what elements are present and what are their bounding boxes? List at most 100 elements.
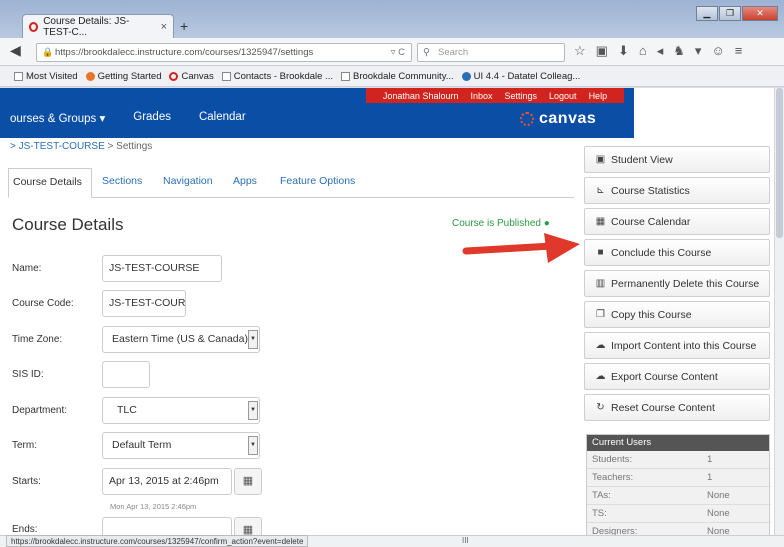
inbox-link[interactable]: Inbox (470, 91, 492, 101)
user-nav: Jonathan Shalourn Inbox Settings Logout … (366, 88, 624, 103)
canvas-logo-text: canvas (539, 110, 597, 127)
time-zone-select[interactable]: Eastern Time (US & Canada) ▼ (102, 326, 260, 353)
course-statistics-button[interactable]: ⊾ Course Statistics (584, 177, 770, 204)
student-view-button[interactable]: ▣ Student View (584, 146, 770, 173)
breadcrumb-sep: > (107, 141, 114, 152)
help-link[interactable]: Help (589, 91, 608, 101)
department-select[interactable]: TLC ▼ (102, 397, 260, 424)
ends-calendar-icon[interactable]: ▦ (234, 517, 262, 535)
page-scrollbar[interactable] (774, 88, 784, 535)
users-row-designers: Designers: None (587, 523, 771, 535)
tab-feature-options[interactable]: Feature Options (280, 168, 355, 198)
url-bar[interactable]: 🔒 https://brookdalecc.instructure.com/co… (36, 43, 412, 62)
users-role: TS: (592, 508, 607, 519)
menu-icon[interactable]: ≡ (735, 43, 743, 59)
time-zone-label: Time Zone: (12, 334, 63, 345)
select-arrow-icon: ▼ (248, 436, 258, 455)
browser-tab[interactable]: Course Details: JS-TEST-C... × (22, 14, 174, 38)
download-icon[interactable]: ⬇ (618, 43, 629, 59)
dropdown-icon[interactable]: ▾ (695, 43, 702, 59)
name-input[interactable]: JS-TEST-COURSE (102, 255, 222, 282)
nav-courses-groups[interactable]: ourses & Groups ▾ (10, 111, 105, 125)
close-window-button[interactable]: ✕ (742, 6, 778, 21)
maximize-button[interactable]: ❐ (719, 6, 741, 21)
new-tab-button[interactable]: + (180, 18, 188, 34)
bookmark-contacts[interactable]: Contacts - Brookdale ... (221, 71, 333, 82)
sis-id-label: SIS ID: (12, 369, 44, 380)
bookmark-canvas[interactable]: Canvas (169, 71, 214, 82)
status-url: https://brookdalecc.instructure.com/cour… (6, 535, 309, 547)
ends-input[interactable] (102, 517, 232, 535)
tab-sections[interactable]: Sections (102, 168, 142, 198)
export-content-button[interactable]: ☁ Export Course Content (584, 363, 770, 390)
users-count: None (707, 508, 730, 519)
reset-content-button[interactable]: ↻ Reset Course Content (584, 394, 770, 421)
bookmark-star-icon[interactable]: ☆ (574, 43, 586, 59)
breadcrumb-current: Settings (116, 141, 153, 152)
import-content-button[interactable]: ☁ Import Content into this Course (584, 332, 770, 359)
term-label: Term: (12, 440, 37, 451)
minimize-button[interactable]: ▁ (696, 6, 718, 21)
starts-input[interactable]: Apr 13, 2015 at 2:46pm (102, 468, 232, 495)
bookmark-label: Brookdale Community... (352, 70, 454, 82)
canvas-icon (169, 71, 179, 81)
select-arrow-icon: ▼ (248, 330, 258, 349)
reset-icon: ↻ (596, 402, 605, 413)
main-nav: ourses & Groups ▾ Grades Calendar (10, 111, 246, 125)
bookmark-label: UI 4.4 - Datatel Colleag... (473, 70, 581, 82)
cloud-import-icon: ☁ (595, 340, 606, 351)
bookmark-datatel[interactable]: UI 4.4 - Datatel Colleag... (461, 70, 581, 82)
sis-id-input[interactable] (102, 361, 150, 388)
browser-search-input[interactable]: ⚲ Search (417, 43, 565, 62)
search-icon: ⚲ (423, 47, 430, 58)
settings-link[interactable]: Settings (505, 91, 538, 101)
breadcrumb: > JS-TEST-COURSE > Settings (10, 141, 152, 152)
term-select[interactable]: Default Term ▼ (102, 432, 260, 459)
tab-course-details[interactable]: Course Details (8, 168, 92, 198)
scrollbar-thumb[interactable] (776, 88, 783, 238)
current-users-title: Current Users (587, 435, 769, 451)
tab-close-icon[interactable]: × (161, 21, 167, 33)
check-cloud-icon: ● (543, 218, 550, 229)
reload-icon[interactable]: ▿ C (391, 44, 405, 61)
browser-tabbar: Course Details: JS-TEST-C... × + ▁ ❐ ✕ (0, 0, 784, 38)
published-status: Course is Published ● (452, 218, 550, 229)
name-label: Name: (12, 263, 42, 274)
tab-apps[interactable]: Apps (233, 168, 257, 198)
button-label: Reset Course Content (611, 401, 715, 414)
addon-icon[interactable]: ♞ (673, 43, 685, 59)
nav-grades[interactable]: Grades (133, 111, 171, 125)
button-label: Permanently Delete this Course (611, 277, 760, 290)
copy-icon: ❐ (596, 309, 605, 320)
course-calendar-button[interactable]: ▦ Course Calendar (584, 208, 770, 235)
starts-calendar-icon[interactable]: ▦ (234, 468, 262, 495)
time-zone-value: Eastern Time (US & Canada) (112, 333, 248, 345)
tab-navigation[interactable]: Navigation (163, 168, 213, 198)
department-label: Department: (12, 405, 68, 416)
chat-icon[interactable]: ☺ (711, 43, 724, 59)
bookmark-getting-started[interactable]: Getting Started (85, 71, 161, 82)
copy-course-button[interactable]: ❐ Copy this Course (584, 301, 770, 328)
published-text: Course is Published (452, 218, 541, 229)
home-icon[interactable]: ⌂ (639, 43, 647, 59)
conclude-course-button[interactable]: ■ Conclude this Course (584, 239, 770, 266)
button-label: Student View (611, 153, 673, 166)
back-arrow-icon[interactable]: ◀ (10, 42, 21, 59)
breadcrumb-sep: > (10, 141, 16, 152)
reading-list-icon[interactable]: ▣ (596, 43, 608, 59)
bookmark-most-visited[interactable]: Most Visited (14, 71, 78, 82)
button-label: Course Statistics (611, 184, 690, 197)
delete-course-button[interactable]: ▥ Permanently Delete this Course (584, 270, 770, 297)
users-role: Students: (592, 454, 633, 465)
logout-link[interactable]: Logout (549, 91, 577, 101)
nav-calendar[interactable]: Calendar (199, 111, 246, 125)
status-scroll-grip: III (462, 536, 469, 545)
canvas-logo[interactable]: canvas (520, 110, 596, 128)
breadcrumb-course-link[interactable]: JS-TEST-COURSE (19, 141, 105, 152)
course-code-input[interactable]: JS-TEST-COUR (102, 290, 186, 317)
bookmark-brookdale-community[interactable]: Brookdale Community... (340, 70, 454, 82)
user-name-link[interactable]: Jonathan Shalourn (383, 91, 459, 101)
send-icon[interactable]: ◂ (657, 43, 664, 59)
header-spacer (634, 88, 774, 138)
window-controls: ▁ ❐ ✕ (696, 6, 778, 21)
